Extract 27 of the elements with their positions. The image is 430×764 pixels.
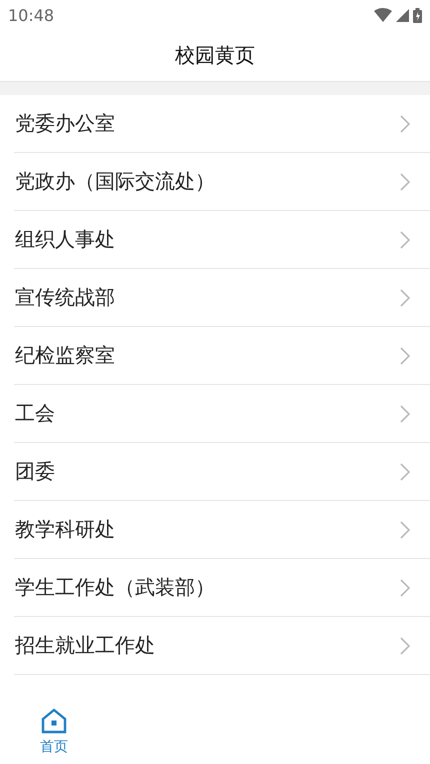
chevron-right-icon bbox=[400, 578, 410, 596]
chevron-right-icon bbox=[400, 288, 410, 306]
signal-icon bbox=[396, 8, 409, 22]
chevron-right-icon bbox=[400, 172, 410, 190]
chevron-right-icon bbox=[400, 114, 410, 132]
chevron-right-icon bbox=[400, 346, 410, 364]
chevron-right-icon bbox=[400, 462, 410, 480]
department-item[interactable]: 教学科研处 bbox=[14, 501, 430, 559]
page-title: 校园黄页 bbox=[175, 42, 255, 69]
status-time: 10:48 bbox=[8, 6, 54, 24]
department-item[interactable]: 组织人事处 bbox=[14, 211, 430, 269]
department-item[interactable]: 学生工作处（武装部） bbox=[14, 559, 430, 617]
department-item[interactable]: 宣传统战部 bbox=[14, 269, 430, 327]
chevron-right-icon bbox=[400, 636, 410, 654]
home-tab[interactable]: 首页 bbox=[0, 700, 108, 764]
department-item[interactable]: 纪检监察室 bbox=[14, 327, 430, 385]
home-icon bbox=[40, 708, 67, 734]
chevron-right-icon bbox=[400, 520, 410, 538]
chevron-right-icon bbox=[400, 230, 410, 248]
department-item[interactable]: 党政办（国际交流处） bbox=[14, 153, 430, 211]
battery-icon bbox=[413, 8, 422, 22]
department-item[interactable]: 团委 bbox=[14, 443, 430, 501]
wifi-icon bbox=[374, 8, 392, 22]
department-item[interactable]: 招生就业工作处 bbox=[14, 617, 430, 675]
department-item[interactable]: 党委办公室 bbox=[14, 95, 430, 153]
department-item[interactable]: 工会 bbox=[14, 385, 430, 443]
chevron-right-icon bbox=[400, 404, 410, 422]
